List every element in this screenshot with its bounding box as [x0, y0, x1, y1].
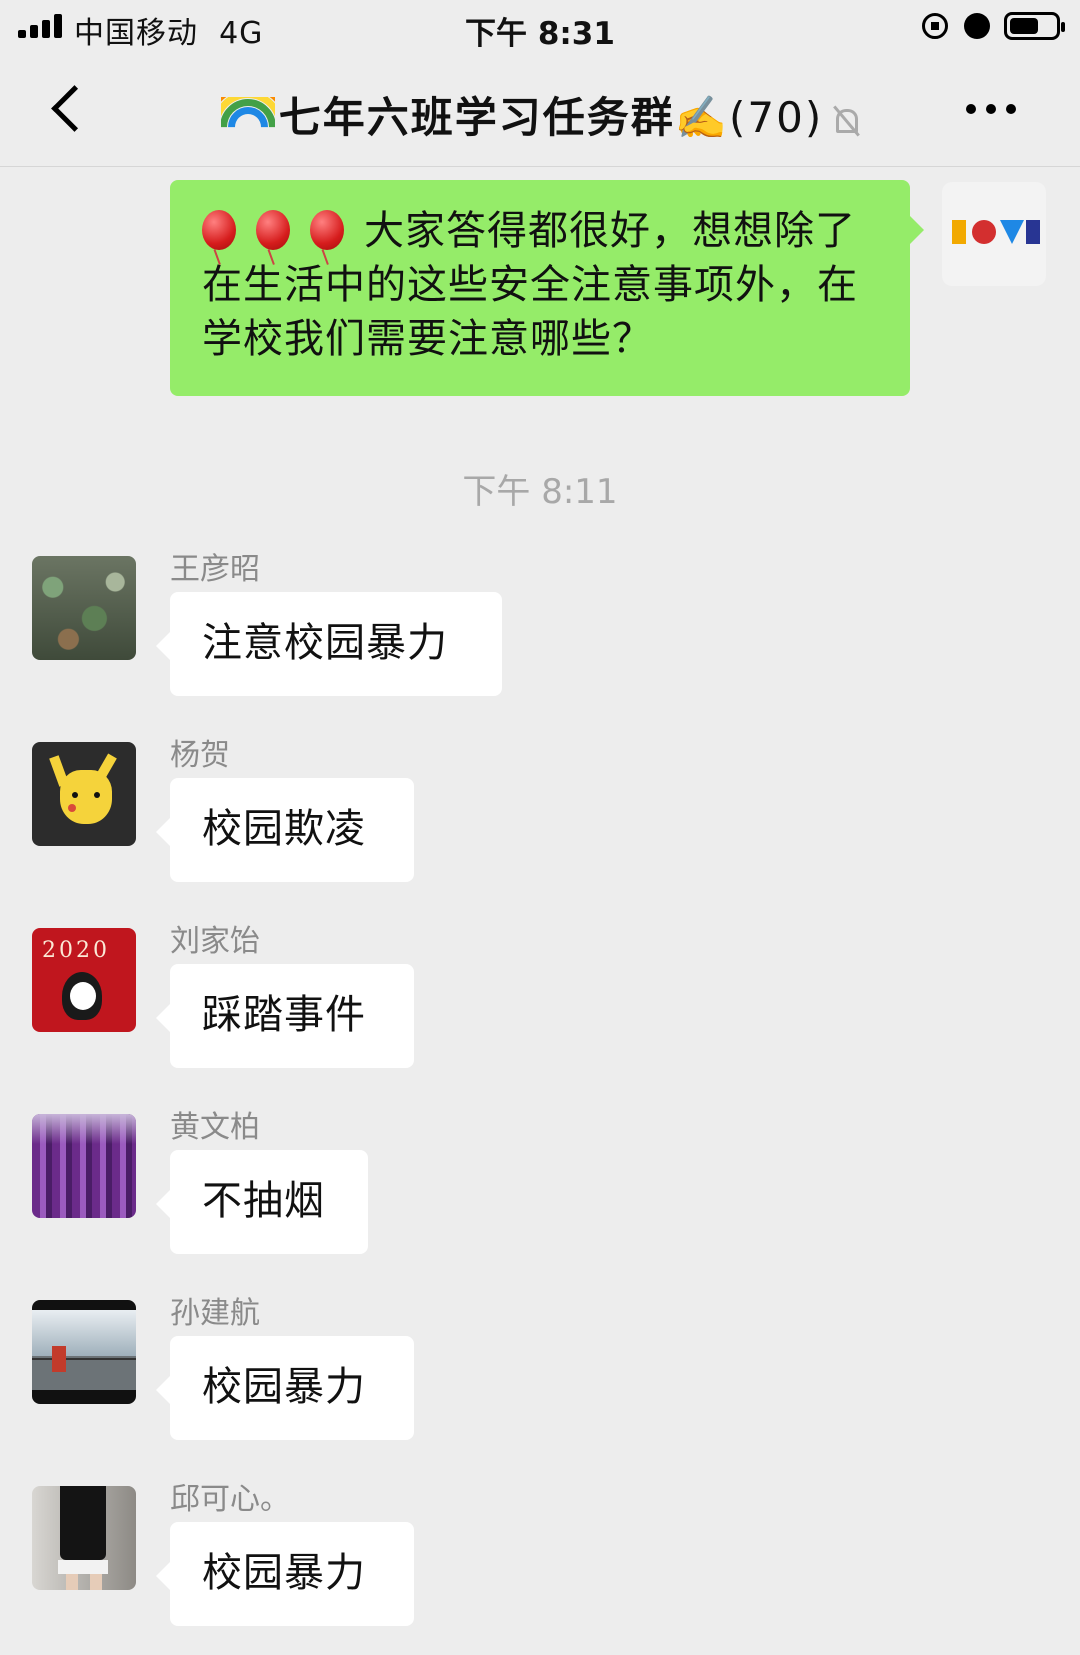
message-text: 不抽烟 — [202, 1178, 325, 1224]
message-bubble[interactable]: 校园欺凌 — [156, 778, 414, 882]
message-bubble[interactable]: 踩踏事件 — [156, 964, 414, 1068]
avatar-huang-wenbo[interactable] — [32, 1114, 136, 1218]
own-avatar[interactable] — [942, 182, 1046, 286]
status-time: 下午 8:31 — [465, 16, 615, 52]
sender-name: 刘家饴 — [170, 924, 260, 959]
chat-header: 七年六班学习任务群✍️(70) — [0, 56, 1080, 167]
avatar-yang-he[interactable] — [32, 742, 136, 846]
status-bar: 中国移动 4G 下午 8:31 — [0, 0, 1080, 56]
sender-name: 王彦昭 — [170, 552, 260, 587]
more-options-icon[interactable] — [966, 104, 1016, 114]
message-text: 校园暴力 — [202, 1550, 366, 1596]
member-count: (70) — [729, 93, 824, 142]
own-message-text: 大家答得都很好，想想除了在生活中的这些安全注意事项外，在学校我们需要注意哪些？ — [202, 208, 858, 362]
message-bubble[interactable]: 校园暴力 — [156, 1336, 414, 1440]
message-bubble[interactable]: 不抽烟 — [156, 1150, 368, 1254]
message-text: 踩踏事件 — [202, 992, 366, 1038]
own-message-bubble[interactable]: 大家答得都很好，想想除了在生活中的这些安全注意事项外，在学校我们需要注意哪些？ — [170, 180, 924, 396]
message-text: 校园暴力 — [202, 1364, 366, 1410]
avatar-liu-jiayi[interactable]: 2020 — [32, 928, 136, 1032]
alarm-icon — [964, 13, 990, 39]
balloon-icon — [256, 210, 290, 250]
chat-title: 七年六班学习任务群✍️(70) — [0, 84, 1080, 145]
chat-title-text: 七年六班学习任务群 — [278, 93, 675, 142]
avatar-qiu-kexin[interactable] — [32, 1486, 136, 1590]
sender-name: 杨贺 — [170, 738, 230, 773]
writing-hand-icon: ✍️ — [674, 93, 730, 142]
message-bubble[interactable]: 注意校园暴力 — [156, 592, 502, 696]
message-text: 注意校园暴力 — [202, 620, 448, 666]
balloon-icon — [310, 210, 344, 250]
battery-icon — [1004, 12, 1065, 40]
message-text: 校园欺凌 — [202, 806, 366, 852]
avatar-sun-jianhang[interactable] — [32, 1300, 136, 1404]
avatar-wang-yanzhao[interactable] — [32, 556, 136, 660]
rotation-lock-icon — [922, 13, 948, 39]
rainbow-icon — [220, 96, 275, 145]
balloon-icon — [202, 210, 236, 250]
sender-name: 黄文柏 — [170, 1110, 260, 1145]
message-bubble[interactable]: 校园暴力 — [156, 1522, 414, 1626]
mute-bell-icon — [833, 106, 859, 136]
sender-name: 孙建航 — [170, 1296, 260, 1331]
message-timestamp: 下午 8:11 — [462, 472, 618, 512]
sender-name: 邱可心。 — [170, 1482, 290, 1517]
